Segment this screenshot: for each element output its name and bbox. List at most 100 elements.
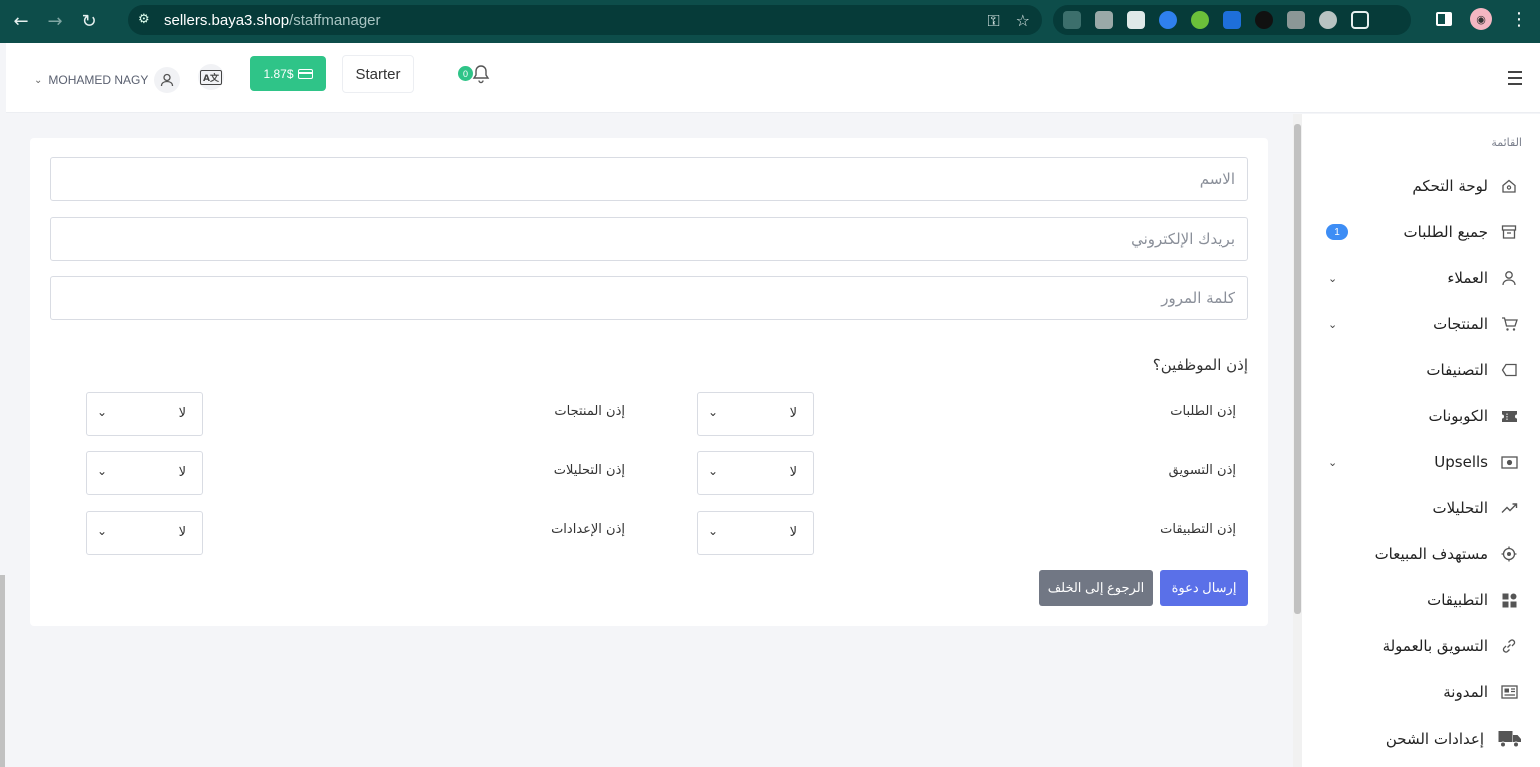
download-icon[interactable] — [1063, 11, 1081, 29]
chevron-down-icon: ⌄ — [34, 74, 43, 86]
sidebar-item-label: المنتجات — [1433, 315, 1488, 333]
chevron-down-icon: ⌄ — [97, 464, 108, 478]
translate-icon: A文 — [200, 69, 222, 85]
site-info-icon[interactable]: ⚙ — [138, 13, 152, 27]
news-icon — [1500, 683, 1518, 701]
plan-button[interactable]: Starter — [342, 55, 414, 93]
grey-extension-icon[interactable] — [1319, 11, 1337, 29]
sidebar-item-categories[interactable]: التصنيفات — [1302, 355, 1540, 385]
marketing-permission-value: لا — [789, 465, 797, 480]
sidebar-item-label: التسويق بالعمولة — [1382, 637, 1488, 655]
blue-extension-icon[interactable] — [1159, 11, 1177, 29]
apps-permission-value: لا — [789, 525, 797, 540]
sidebar-item-affiliate[interactable]: التسويق بالعمولة — [1302, 631, 1540, 661]
home-icon — [1500, 177, 1518, 195]
chevron-down-icon: ⌄ — [97, 405, 108, 419]
page-scrollbar[interactable] — [0, 575, 5, 767]
orders-count-badge: 1 — [1326, 224, 1348, 240]
orders-permission-value: لا — [789, 406, 797, 421]
bell-icon — [472, 64, 490, 88]
sidebar-item-coupons[interactable]: الكوبونات — [1302, 401, 1540, 431]
sidebar: القائمة لوحة التحكم جميع الطلبات 1 العمل… — [1302, 114, 1540, 767]
sidebar-item-label: لوحة التحكم — [1412, 177, 1488, 195]
apps-permission-select[interactable]: لا ⌄ — [697, 511, 814, 555]
eyedropper-extension-icon[interactable] — [1127, 11, 1145, 29]
credit-card-icon — [297, 68, 313, 79]
sidebar-item-customers[interactable]: العملاء ⌄ — [1302, 263, 1540, 293]
settings-permission-select[interactable]: لا ⌄ — [86, 511, 203, 555]
chevron-down-icon: ⌄ — [1328, 455, 1338, 469]
chevron-down-icon: ⌄ — [1328, 317, 1338, 331]
reload-icon[interactable]: ↻ — [76, 9, 102, 35]
settings-permission-value: لا — [178, 525, 186, 540]
back-arrow-icon[interactable]: ← — [8, 9, 34, 35]
user-icon — [1500, 269, 1518, 287]
trend-icon — [1500, 499, 1518, 517]
name-input[interactable] — [50, 157, 1248, 201]
main-scrollbar[interactable] — [1293, 114, 1302, 767]
sidebar-item-blog[interactable]: المدونة — [1302, 677, 1540, 707]
hamburger-menu-icon[interactable] — [1508, 71, 1522, 89]
extensions-bar — [1053, 5, 1411, 35]
sidebar-item-shipping[interactable]: إعدادات الشحن — [1302, 724, 1540, 754]
puzzle-extension-icon[interactable] — [1351, 11, 1369, 29]
chevron-down-icon: ⌄ — [708, 524, 719, 538]
sidebar-item-dashboard[interactable]: لوحة التحكم — [1302, 171, 1540, 201]
sidebar-item-apps[interactable]: التطبيقات — [1302, 585, 1540, 615]
marketing-permission-select[interactable]: لا ⌄ — [697, 451, 814, 495]
sidebar-item-label: الكوبونات — [1428, 407, 1488, 425]
url-path: /staffmanager — [289, 11, 381, 29]
products-permission-label: إذن المنتجات — [554, 404, 625, 419]
orders-permission-select[interactable]: لا ⌄ — [697, 392, 814, 436]
camera-extension-icon[interactable] — [1095, 11, 1113, 29]
language-toggle-button[interactable]: A文 — [198, 64, 224, 90]
code-extension-icon[interactable] — [1287, 11, 1305, 29]
sidebar-item-label: التصنيفات — [1426, 361, 1488, 379]
analytics-permission-select[interactable]: لا ⌄ — [86, 451, 203, 495]
side-panel-icon[interactable] — [1436, 12, 1452, 26]
sidebar-item-analytics[interactable]: التحليلات — [1302, 493, 1540, 523]
bookmark-star-icon[interactable]: ☆ — [1016, 11, 1030, 31]
wallet-balance-button[interactable]: 1.87$ — [250, 56, 326, 91]
scrollbar-thumb[interactable] — [1294, 124, 1301, 614]
password-input[interactable] — [50, 276, 1248, 320]
send-invite-button[interactable]: إرسال دعوة — [1160, 570, 1248, 606]
user-icon — [154, 67, 181, 93]
password-key-icon[interactable]: ⚿ — [987, 11, 999, 31]
sidebar-item-upsells[interactable]: Upsells ⌄ — [1302, 447, 1540, 477]
address-url[interactable]: sellers.baya3.shop/staffmanager — [164, 12, 381, 29]
profile-avatar-icon[interactable]: ◉ — [1470, 8, 1492, 30]
sidebar-item-label: التحليلات — [1432, 499, 1488, 517]
tag-extension-icon[interactable] — [1223, 11, 1241, 29]
sidebar-item-orders[interactable]: جميع الطلبات 1 — [1302, 217, 1540, 247]
marketing-permission-label: إذن التسويق — [1168, 463, 1236, 478]
sidebar-item-products[interactable]: المنتجات ⌄ — [1302, 309, 1540, 339]
forward-arrow-icon[interactable]: → — [42, 9, 68, 35]
dark-extension-icon[interactable] — [1255, 11, 1273, 29]
browser-toolbar: ← → ↻ ⚙ sellers.baya3.shop/staffmanager … — [0, 0, 1540, 43]
products-permission-select[interactable]: لا ⌄ — [86, 392, 203, 436]
sidebar-item-sales-target[interactable]: مستهدف المبيعات — [1302, 539, 1540, 569]
truck-icon — [1498, 730, 1522, 748]
back-button[interactable]: الرجوع إلى الخلف — [1039, 570, 1153, 606]
app-header: ⌄ MOHAMED NAGY A文 1.87$ Starter 0 — [6, 43, 1540, 113]
notifications-button[interactable]: 0 — [458, 64, 498, 90]
staff-invite-form: إذن الموظفين؟ إذن الطلبات لا ⌄ إذن المنت… — [30, 138, 1268, 626]
money-icon — [1500, 453, 1518, 471]
notification-count-badge: 0 — [458, 66, 473, 81]
archive-icon — [1500, 223, 1518, 241]
sidebar-item-label: جميع الطلبات — [1403, 223, 1488, 241]
chevron-down-icon: ⌄ — [708, 464, 719, 478]
chevron-down-icon: ⌄ — [1328, 271, 1338, 285]
url-host: sellers.baya3.shop — [164, 11, 290, 29]
sidebar-item-label: المدونة — [1443, 683, 1488, 701]
ticket-icon — [1500, 407, 1518, 425]
cart-icon — [1500, 315, 1518, 333]
email-input[interactable] — [50, 217, 1248, 261]
browser-menu-icon[interactable]: ⋮ — [1510, 9, 1528, 30]
user-menu[interactable]: ⌄ MOHAMED NAGY — [34, 67, 181, 93]
chevron-down-icon: ⌄ — [708, 405, 719, 419]
green-extension-icon[interactable] — [1191, 11, 1209, 29]
sidebar-item-label: التطبيقات — [1427, 591, 1488, 609]
address-bar[interactable]: ⚙ sellers.baya3.shop/staffmanager ⚿ ☆ — [128, 5, 1042, 35]
